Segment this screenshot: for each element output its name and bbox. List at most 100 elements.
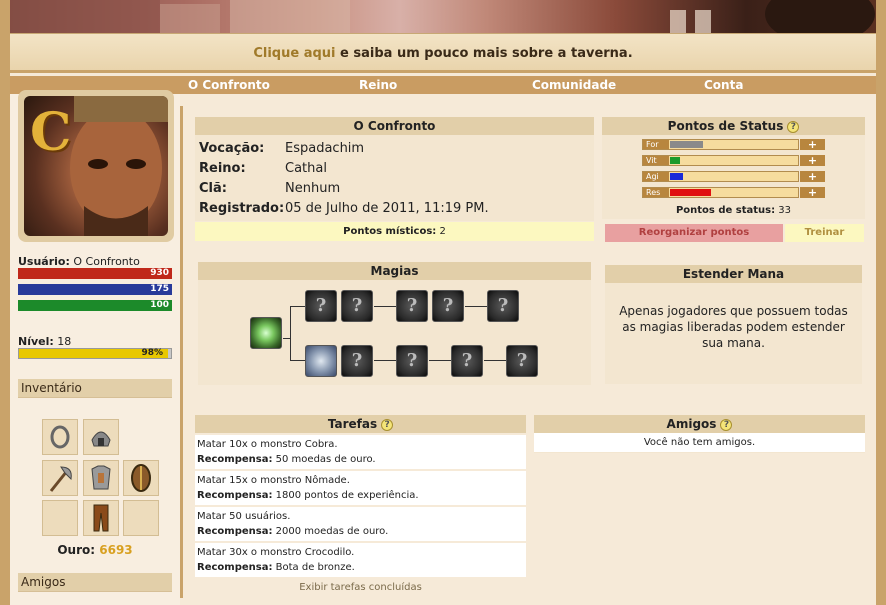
inventory-title: Inventário [18,379,172,398]
avatar-frame: C [18,90,174,242]
stat-for-label: For [643,140,669,149]
profile-row-kingdom: Reino: Cathal [199,161,327,176]
friends-empty-text: Você não tem amigos. [534,433,865,452]
shield-icon [131,464,151,492]
clan-label: Clã: [199,181,227,196]
magic-slot-locked[interactable]: ? [432,290,464,322]
magic-tree-line [290,360,305,361]
stat-res-fill [670,189,711,196]
reward-value: 50 moedas de ouro. [275,454,376,465]
avatar[interactable]: C [24,96,168,236]
user-info: Usuário: O Confronto [18,255,140,268]
magic-root-orb-icon[interactable] [250,317,282,349]
friends-help-icon[interactable]: ? [720,418,733,431]
nav-conta[interactable]: Conta [704,78,743,92]
stat-res-plus-button[interactable]: + [800,187,825,198]
magic-tree-line [374,306,396,307]
task-item: Matar 30x o monstro Crocodilo. Recompensa… [195,543,526,577]
magic-slot-locked[interactable]: ? [487,290,519,322]
user-name: O Confronto [73,255,140,268]
reward-label: Recompensa: [197,490,273,501]
stamina-bar: 100 [18,300,172,311]
kingdom-label: Reino: [199,161,246,176]
magic-tree-line [374,360,396,361]
magic-knight-skill-icon[interactable] [305,345,337,377]
inventory-slot-shield[interactable] [123,460,159,496]
taverna-info-text: e saiba um pouco mais sobre a taverna. [335,46,633,61]
profile-title: O Confronto [195,117,594,135]
inventory-slot-weapon[interactable] [42,460,78,496]
reward-label: Recompensa: [197,454,273,465]
inventory-slot-ring[interactable] [42,419,78,455]
tasks-title: Tarefas? [195,415,526,433]
magic-slot-locked[interactable]: ? [305,290,337,322]
magic-slot-locked[interactable]: ? [451,345,483,377]
status-title: Pontos de Status? [602,117,865,135]
nav-o-confronto[interactable]: O Confronto [188,78,270,92]
inventory-panel: Inventário [18,379,172,398]
stat-agi-label: Agi [643,172,669,181]
vocation-label: Vocação: [199,141,265,156]
stat-res-label: Res [643,188,669,197]
friends-main-title-text: Amigos [666,417,717,431]
friends-main-title: Amigos? [534,415,865,433]
magic-tree-line [429,360,451,361]
task-text: Matar 10x o monstro Cobra. [197,439,338,450]
tasks-title-text: Tarefas [327,417,378,431]
kingdom-value: Cathal [285,161,327,176]
stat-vit: Vit [642,155,799,166]
gold-info: Ouro: 6693 [18,543,172,557]
task-text: Matar 50 usuários. [197,511,291,522]
tasks-help-icon[interactable]: ? [381,418,394,431]
nav-comunidade[interactable]: Comunidade [532,78,616,92]
taverna-info-bar: Clique aqui e saiba um pouco mais sobre … [10,33,876,73]
user-label: Usuário: [18,255,70,268]
inventory-slot-helmet[interactable] [83,419,119,455]
status-help-icon[interactable]: ? [787,120,800,133]
mana-bar: 175 [18,284,172,295]
friends-panel-title: Amigos [18,573,172,592]
reward-label: Recompensa: [197,562,273,573]
mystic-label: Pontos místicos: [343,226,437,237]
level-info: Nível: 18 [18,335,71,348]
reward-value: 1800 pontos de experiência. [275,490,419,501]
inventory-slot-empty-1[interactable] [42,500,78,536]
train-button[interactable]: Treinar [785,224,864,242]
stat-for-fill [670,141,704,148]
extend-mana-panel: Estender Mana Apenas jogadores que possu… [605,265,862,384]
level-label: Nível: [18,335,54,348]
reorganize-points-button[interactable]: Reorganizar pontos [605,224,783,242]
header-banner [10,0,876,44]
axe-icon [49,466,72,492]
completed-tasks-link[interactable]: Exibir tarefas concluídas [195,582,526,593]
stat-agi-plus-button[interactable]: + [800,171,825,182]
stat-for-plus-button[interactable]: + [800,139,825,150]
inventory-slot-boots[interactable] [83,500,119,536]
inventory-slot-armor[interactable] [83,460,119,496]
magic-tree-line [290,306,291,361]
magic-slot-locked[interactable]: ? [506,345,538,377]
extend-mana-text: Apenas jogadores que possuem todas as ma… [619,304,848,350]
mystic-points: Pontos místicos: 2 [195,222,594,241]
stat-vit-fill [670,157,681,164]
task-item: Matar 10x o monstro Cobra. Recompensa: 50… [195,435,526,469]
nav-reino[interactable]: Reino [359,78,397,92]
helmet-icon [91,431,111,447]
taverna-link[interactable]: Clique aqui [253,46,335,61]
avatar-emblem: C [30,102,72,163]
inventory-slot-empty-2[interactable] [123,500,159,536]
stat-vit-plus-button[interactable]: + [800,155,825,166]
magic-tree-line [290,306,305,307]
registered-value: 05 de Julho de 2011, 11:19 PM. [285,201,489,216]
health-value: 930 [150,268,169,278]
pants-icon [93,504,109,532]
magic-slot-locked[interactable]: ? [396,345,428,377]
magic-tree-line [484,360,506,361]
task-item: Matar 50 usuários. Recompensa: 2000 moeda… [195,507,526,541]
level-value: 18 [57,335,72,348]
friends-main-panel: Amigos? Você não tem amigos. [534,415,865,453]
magic-slot-locked[interactable]: ? [341,290,373,322]
mana-value: 175 [150,284,169,294]
magic-slot-locked[interactable]: ? [341,345,373,377]
magic-slot-locked[interactable]: ? [396,290,428,322]
